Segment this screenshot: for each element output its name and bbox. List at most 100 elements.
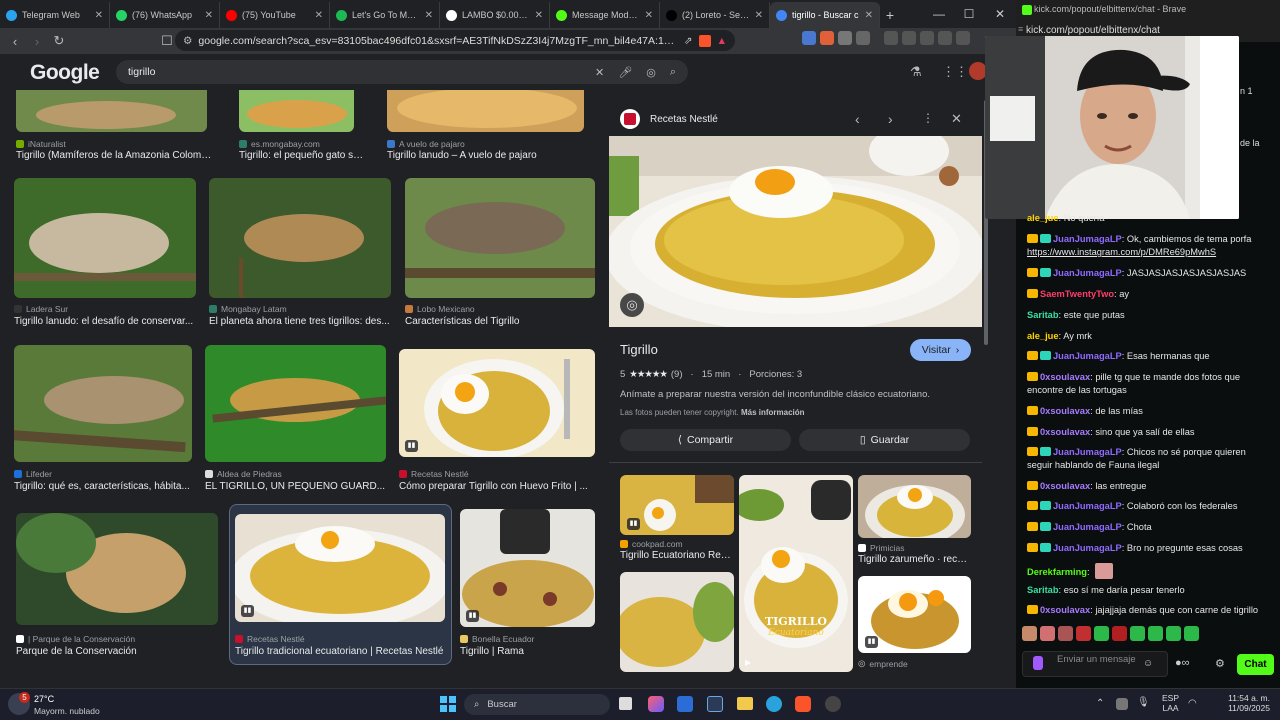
browser-tab[interactable]: (76) WhatsApp ✕ (110, 2, 220, 28)
tab-close-icon[interactable]: ✕ (205, 10, 213, 21)
result-source[interactable]: Recetas Nestlé (235, 634, 305, 644)
tab-close-icon[interactable]: ✕ (425, 10, 433, 21)
apps-grid-icon[interactable]: ⋮⋮ (942, 64, 968, 80)
next-icon[interactable]: › (888, 111, 893, 127)
emote-icon[interactable] (1130, 626, 1145, 641)
task-view-icon[interactable] (619, 697, 632, 710)
result-caption[interactable]: Tigrillo: el pequeño gato sil... (239, 150, 364, 161)
result-source[interactable]: Lifeder (14, 469, 52, 479)
lens-icon[interactable]: ◎ (646, 66, 656, 79)
community-icon[interactable]: ●∞ (1175, 657, 1190, 669)
search-icon[interactable]: ⌕ (670, 66, 676, 79)
chat-username[interactable]: ale_jue (1027, 213, 1059, 223)
chat-username[interactable]: 0xsoulavax (1040, 406, 1090, 416)
emote-icon[interactable] (1040, 626, 1055, 641)
related-image-3[interactable] (858, 475, 971, 538)
chat-username[interactable]: JuanJumagaLP (1053, 234, 1122, 244)
browser-tab[interactable]: (75) YouTube ✕ (220, 2, 330, 28)
result-image[interactable] (16, 90, 207, 132)
related-caption-2[interactable]: Tigrillo zarumeño · recet... (858, 554, 971, 565)
back-icon[interactable]: ‹ (4, 30, 26, 52)
result-caption[interactable]: El planeta ahora tiene tres tigrillos: d… (209, 316, 399, 327)
tab-close-icon[interactable]: ✕ (315, 10, 323, 21)
file-explorer-icon[interactable] (737, 697, 753, 710)
result-image[interactable] (460, 509, 595, 627)
emoji-icon[interactable]: ☺ (1143, 658, 1153, 669)
chat-username[interactable]: JuanJumagaLP (1053, 268, 1122, 278)
emote-icon[interactable] (1094, 626, 1109, 641)
result-caption[interactable]: Tigrillo tradicional ecuatoriano | Recet… (235, 646, 445, 657)
emote-icon[interactable] (1184, 626, 1199, 641)
taskbar-search[interactable]: ⌕ Buscar (464, 694, 610, 715)
brave-icon[interactable] (795, 696, 811, 712)
chat-username[interactable]: Saritab (1027, 585, 1059, 595)
result-caption[interactable]: Características del Tigrillo (405, 316, 595, 327)
fox-extension-icon[interactable] (820, 31, 834, 45)
result-image[interactable] (209, 178, 391, 298)
more-info-link[interactable]: Más información (741, 408, 805, 417)
chat-username[interactable]: 0xsoulavax (1040, 481, 1090, 491)
chat-username[interactable]: Derekfarming (1027, 567, 1087, 577)
chat-username[interactable]: JuanJumagaLP (1053, 522, 1122, 532)
chat-send-button[interactable]: Chat (1237, 654, 1274, 675)
result-caption[interactable]: Parque de la Conservación (16, 646, 221, 657)
emote-icon[interactable] (1022, 626, 1037, 641)
tab-close-icon[interactable]: ✕ (755, 10, 763, 21)
visit-button[interactable]: Visitar › (910, 339, 971, 361)
search-box[interactable]: tigrillo ✕ 🎤︎ ◎ ⌕ (116, 60, 688, 84)
microphone-icon[interactable] (1033, 656, 1043, 670)
settings-gear-icon[interactable]: ⚙ (1215, 657, 1225, 670)
tab-close-icon[interactable]: ✕ (645, 10, 653, 21)
tray-mic-icon[interactable]: 🎙︎ (1137, 697, 1150, 708)
microphone-icon[interactable]: 🎤︎ (618, 66, 632, 79)
emote-icon[interactable] (1112, 626, 1127, 641)
result-source[interactable]: Ladera Sur (14, 304, 68, 314)
result-image[interactable] (14, 345, 192, 462)
result-image[interactable] (14, 178, 196, 298)
site-info-icon[interactable]: ⚙ (183, 35, 192, 47)
emote-icon[interactable] (1148, 626, 1163, 641)
browser-tab[interactable]: Telegram Web ✕ (0, 2, 110, 28)
extension-icon[interactable] (838, 31, 852, 45)
panel-title[interactable]: Tigrillo (620, 342, 658, 357)
result-image[interactable] (235, 514, 445, 622)
result-image[interactable] (205, 345, 386, 462)
result-source[interactable]: es.mongabay.com (239, 139, 320, 149)
result-source[interactable]: Aldea de Piedras (205, 469, 282, 479)
chat-username[interactable]: JuanJumagaLP (1053, 351, 1122, 361)
media-icon[interactable] (884, 31, 898, 45)
close-panel-icon[interactable]: ✕ (951, 111, 962, 127)
emote-icon[interactable] (1166, 626, 1181, 641)
result-image[interactable] (405, 178, 595, 298)
tab-close-icon[interactable]: ✕ (865, 10, 873, 21)
result-caption[interactable]: EL TIGRILLO, UN PEQUEÑO GUARD... (205, 481, 395, 492)
language-indicator[interactable]: ESP LAA (1162, 693, 1179, 713)
edge-icon[interactable] (766, 696, 782, 712)
emote-icon[interactable] (1058, 626, 1073, 641)
minimize-button[interactable]: — (924, 0, 954, 28)
translate-extension-icon[interactable] (802, 31, 816, 45)
more-options-icon[interactable]: ⋮ (922, 111, 934, 125)
browser-tab[interactable]: LAMBO $0.0001805 ✕ (440, 2, 550, 28)
tray-app-icon[interactable] (1116, 698, 1128, 710)
leo-icon[interactable] (938, 31, 952, 45)
chat-username[interactable]: Saritab (1027, 310, 1059, 320)
result-source[interactable]: Lobo Mexicano (405, 304, 475, 314)
result-source[interactable]: Recetas Nestlé (399, 469, 469, 479)
result-image[interactable] (387, 90, 584, 132)
chat-username[interactable]: ale_jue (1027, 331, 1059, 341)
labs-icon[interactable]: ⚗ (910, 64, 922, 80)
brave-shield-icon[interactable] (698, 34, 711, 47)
chat-username[interactable]: 0xsoulavax (1040, 372, 1090, 382)
close-window-button[interactable]: ✕ (985, 0, 1015, 28)
chat-username[interactable]: JuanJumagaLP (1053, 447, 1122, 457)
app-icon[interactable] (707, 696, 723, 712)
chat-username[interactable]: JuanJumagaLP (1053, 501, 1122, 511)
browser-tab[interactable]: Let's Go To My C ✕ (330, 2, 440, 28)
panel-source[interactable]: Recetas Nestlé (650, 114, 718, 125)
wallet-icon[interactable] (920, 31, 934, 45)
browser-tab[interactable]: Message Moderation ✕ (550, 2, 660, 28)
clear-icon[interactable]: ✕ (595, 66, 604, 79)
browser-tab[interactable]: tigrillo - Buscar c ✕ (770, 2, 880, 28)
tab-close-icon[interactable]: ✕ (535, 10, 543, 21)
